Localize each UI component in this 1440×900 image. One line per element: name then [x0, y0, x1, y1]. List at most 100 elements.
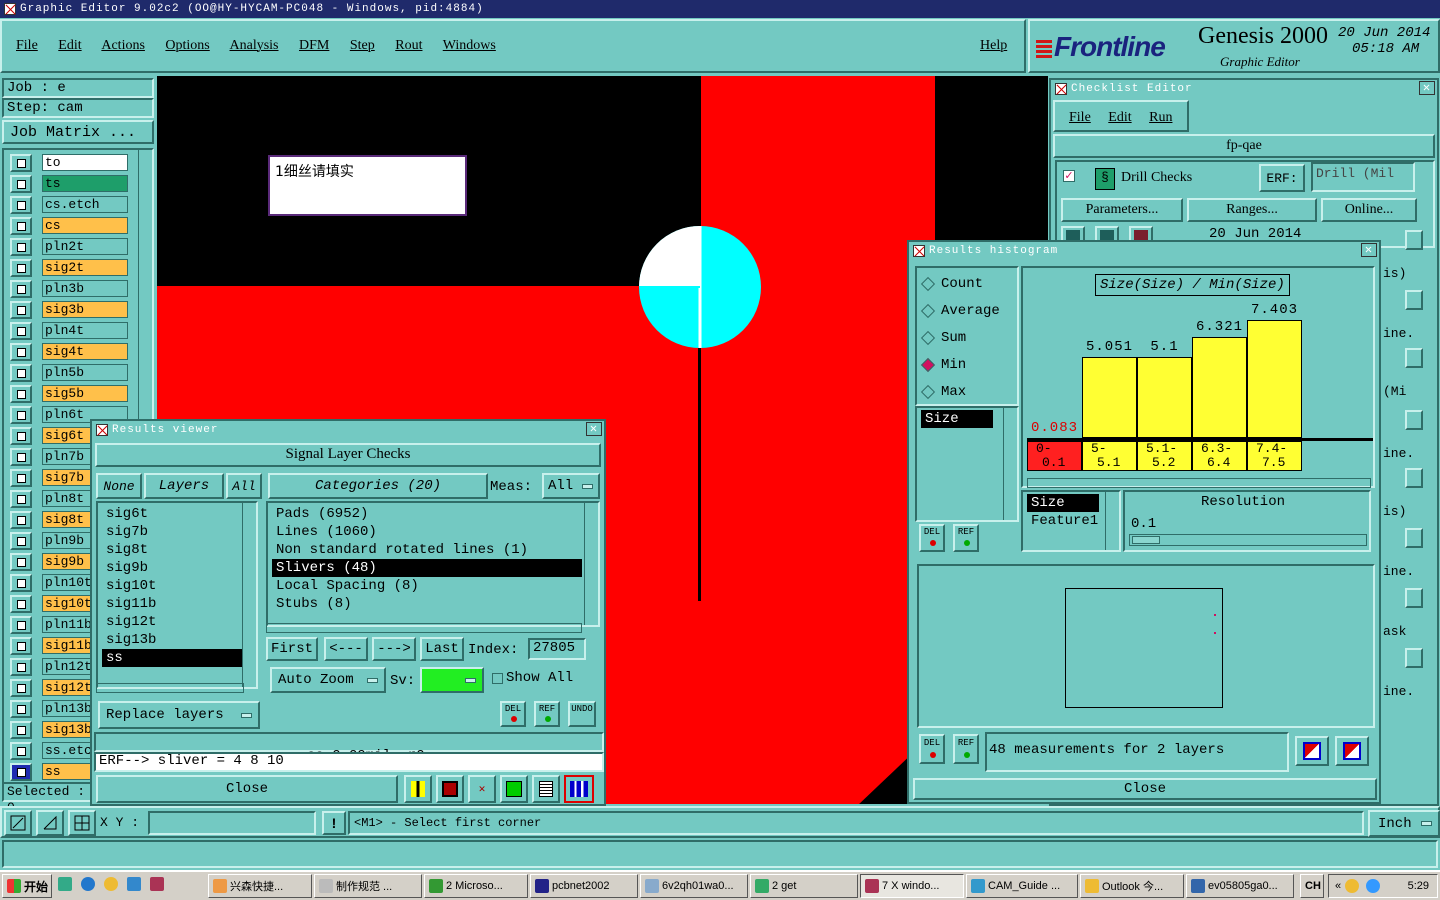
taskbar-item[interactable]: 2 Microso... — [424, 874, 528, 898]
erf-value-field[interactable]: Drill (Mil — [1311, 162, 1415, 192]
mode-radio[interactable]: Average — [917, 297, 1017, 324]
rv-close-button[interactable]: Close — [96, 775, 398, 803]
layer-row[interactable]: cs.etch — [10, 196, 128, 214]
results-viewer-titlebar[interactable]: Results viewer ✕ — [92, 421, 604, 439]
close-icon[interactable]: ✕ — [586, 422, 602, 436]
taskbar-item[interactable]: Outlook 今... — [1080, 874, 1184, 898]
layer-row[interactable]: pln2t — [10, 238, 128, 256]
rv-category-scrollbar[interactable] — [584, 503, 598, 625]
layer-row[interactable]: to — [10, 154, 128, 172]
layer-checkbox[interactable] — [10, 637, 32, 655]
layer-row[interactable]: sig5b — [10, 385, 128, 403]
checklist-menu-file[interactable]: File — [1069, 110, 1091, 125]
layer-name[interactable]: sig3b — [42, 301, 128, 318]
layer-name[interactable]: pln5b — [42, 364, 128, 381]
rv-category-item[interactable]: Lines (1060) — [272, 523, 582, 541]
histogram-bar[interactable] — [1192, 337, 1247, 438]
taskbar-item[interactable]: pcbnet2002 — [530, 874, 638, 898]
close-icon[interactable]: ✕ — [1419, 81, 1435, 95]
layer-checkbox[interactable] — [10, 406, 32, 424]
layer-checkbox[interactable] — [10, 385, 32, 403]
index-input[interactable]: 27805 — [528, 638, 586, 660]
rv-layer-item[interactable]: ss — [102, 649, 242, 667]
mode-radio[interactable]: Min — [917, 351, 1017, 378]
layer-checkbox[interactable] — [10, 175, 32, 193]
layer-checkbox[interactable] — [10, 574, 32, 592]
browser-icon[interactable] — [127, 877, 141, 891]
attribute-list[interactable]: Size — [915, 406, 1019, 522]
ranges-button[interactable]: Ranges... — [1187, 198, 1317, 222]
layer-checkbox[interactable] — [10, 448, 32, 466]
close-icon[interactable]: ✕ — [1361, 243, 1377, 257]
auto-zoom-dropdown[interactable]: Auto Zoom — [270, 667, 386, 693]
layer-row[interactable]: sig2t — [10, 259, 128, 277]
layer-checkbox[interactable] — [10, 322, 32, 340]
erf-button[interactable]: ERF: — [1259, 164, 1305, 192]
meas-dropdown[interactable]: All — [542, 473, 600, 499]
layer-name[interactable]: sig2t — [42, 259, 128, 276]
rv-category-item[interactable]: Stubs (8) — [272, 595, 582, 613]
rv-layer-item[interactable]: sig9b — [102, 559, 242, 577]
layer-checkbox[interactable] — [10, 490, 32, 508]
menu-actions[interactable]: Actions — [101, 38, 145, 53]
start-button[interactable]: 开始 — [2, 874, 52, 898]
layer-checkbox[interactable] — [10, 238, 32, 256]
hist-del-button[interactable]: DEL — [919, 734, 945, 764]
menu-edit[interactable]: Edit — [58, 38, 81, 53]
report-button[interactable] — [404, 775, 432, 803]
layer-name[interactable]: pln4t — [42, 322, 128, 339]
online-button[interactable]: Online... — [1321, 198, 1417, 222]
hist-ref-button[interactable]: REF — [953, 734, 979, 764]
rv-layer-item[interactable]: sig10t — [102, 577, 242, 595]
histogram-bar[interactable] — [1137, 357, 1192, 438]
layer-checkbox[interactable] — [10, 532, 32, 550]
last-button[interactable]: Last — [420, 637, 464, 661]
radio-diamond-icon[interactable] — [920, 330, 936, 345]
layer-checkbox[interactable] — [10, 154, 32, 172]
zoom-tool-button[interactable] — [4, 810, 32, 836]
rv-undo-button[interactable]: UNDO — [568, 701, 596, 727]
mode-radio[interactable]: Count — [917, 270, 1017, 297]
mode-radio[interactable]: Sum — [917, 324, 1017, 351]
layer-checkbox[interactable] — [10, 721, 32, 739]
radio-diamond-icon[interactable] — [920, 276, 936, 291]
taskbar-item[interactable]: CAM_Guide ... — [966, 874, 1078, 898]
layer-row[interactable]: cs — [10, 217, 128, 235]
next-button[interactable]: ---> — [372, 637, 416, 661]
units-dropdown[interactable]: Inch — [1368, 810, 1440, 837]
checklist-side-button[interactable] — [1405, 588, 1423, 608]
layer-name[interactable]: cs — [42, 217, 128, 234]
layer-checkbox[interactable] — [10, 658, 32, 676]
layer-row[interactable]: pln5b — [10, 364, 128, 382]
job-matrix-button[interactable]: Job Matrix ... — [2, 120, 154, 144]
layer-name[interactable]: cs.etch — [42, 196, 128, 213]
menu-options[interactable]: Options — [165, 38, 209, 53]
network-icon[interactable] — [1345, 879, 1360, 893]
layer-checkbox[interactable] — [10, 679, 32, 697]
layer-checkbox[interactable] — [10, 700, 32, 718]
rv-category-item[interactable]: Non standard rotated lines (1) — [272, 541, 582, 559]
histogram-button[interactable] — [564, 775, 594, 803]
checklist-side-button[interactable] — [1405, 230, 1423, 250]
layer-checkbox[interactable] — [10, 616, 32, 634]
chart-hscroll[interactable] — [1027, 478, 1371, 488]
rv-layer-item[interactable]: sig6t — [102, 505, 242, 523]
field-list[interactable]: Size Feature1 — [1021, 490, 1121, 552]
rv-layer-item[interactable]: sig11b — [102, 595, 242, 613]
menu-file[interactable]: File — [16, 38, 38, 53]
x-server-icon[interactable] — [150, 877, 164, 891]
checklist-side-button[interactable] — [1405, 410, 1423, 430]
layer-checkbox[interactable] — [10, 343, 32, 361]
layer-row[interactable]: ts — [10, 175, 128, 193]
histogram-titlebar[interactable]: Results histogram ✕ — [909, 242, 1379, 260]
rv-layer-item[interactable]: sig8t — [102, 541, 242, 559]
rv-category-item[interactable]: Slivers (48) — [272, 559, 582, 577]
rv-category-hscroll[interactable] — [266, 623, 582, 633]
rv-layer-item[interactable]: sig7b — [102, 523, 242, 541]
layer-checkbox[interactable] — [10, 427, 32, 445]
layer-checkbox[interactable] — [10, 511, 32, 529]
layer-row[interactable]: sig4t — [10, 343, 128, 361]
layer-row[interactable]: pln4t — [10, 322, 128, 340]
all-layers-button[interactable]: All — [226, 473, 262, 499]
measure-tool-button[interactable] — [36, 810, 64, 836]
